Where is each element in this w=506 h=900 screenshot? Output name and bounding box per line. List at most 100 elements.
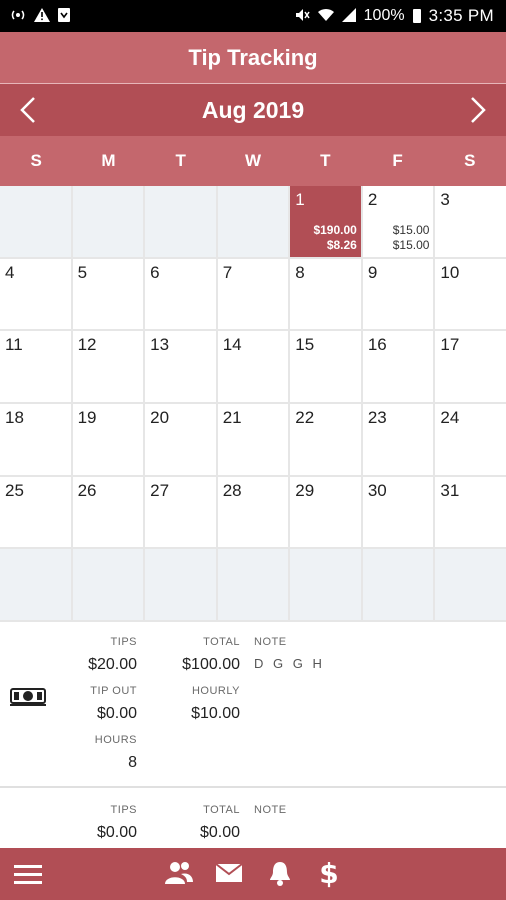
calendar-day-16[interactable]: 16 xyxy=(362,331,434,402)
weekday-label: T xyxy=(320,151,331,170)
calendar-day-18[interactable]: 18 xyxy=(0,403,71,475)
calendar-day-5[interactable]: 5 xyxy=(72,258,144,330)
calendar-day-10[interactable]: 10 xyxy=(435,258,506,330)
calendar-day-23[interactable]: 23 xyxy=(362,403,434,475)
tip-out-label: TIP OUT xyxy=(90,685,137,697)
day-number: 20 xyxy=(150,407,170,427)
hourly-value: $10.00 xyxy=(191,705,240,722)
entry-card[interactable]: TIPS $20.00 TOTAL $100.00 NOTE D G G H T… xyxy=(0,622,506,788)
entry-card[interactable]: TIPS $0.00 TOTAL $0.00 NOTE xyxy=(0,788,506,848)
calendar-day-25[interactable]: 25 xyxy=(0,476,71,548)
calendar-cell-empty xyxy=(290,549,361,620)
menu-button[interactable] xyxy=(14,862,42,886)
weekday-label: M xyxy=(101,151,116,170)
calendar-cell-empty xyxy=(0,186,71,257)
calendar-day-4[interactable]: 4 xyxy=(0,258,71,330)
menu-icon xyxy=(14,865,42,884)
month-navigator: Aug 2019 xyxy=(0,84,506,136)
status-right: 100% 3:35 PM xyxy=(294,6,494,26)
total-block: TOTAL $100.00 xyxy=(182,636,240,676)
calendar-day-7[interactable]: 7 xyxy=(217,258,289,330)
day-number: 26 xyxy=(77,480,97,500)
day-number: 19 xyxy=(77,407,97,427)
calendar-day-24[interactable]: 24 xyxy=(435,403,506,475)
day-number: 17 xyxy=(440,335,460,355)
weekday-label: F xyxy=(392,151,403,170)
calendar-day-20[interactable]: 20 xyxy=(145,403,216,475)
mute-icon xyxy=(294,8,310,24)
calendar-cell-empty xyxy=(145,549,216,620)
calendar-day-9[interactable]: 9 xyxy=(362,258,434,330)
calendar-day-6[interactable]: 6 xyxy=(145,258,216,330)
day-number: 11 xyxy=(5,335,23,355)
day-number: 23 xyxy=(367,407,387,427)
day-number: 12 xyxy=(77,335,97,355)
earnings-button[interactable]: $ xyxy=(318,858,340,888)
calendar-day-15[interactable]: 15 xyxy=(290,331,361,402)
calendar-day-8[interactable]: 8 xyxy=(290,258,361,330)
calendar-day-29[interactable]: 29 xyxy=(290,476,361,548)
calendar-day-31[interactable]: 31 xyxy=(435,476,506,548)
notifications-button[interactable] xyxy=(268,860,292,886)
note-value: D G G H xyxy=(254,656,325,671)
total-block: TOTAL $0.00 xyxy=(200,804,240,844)
status-bar: 100% 3:35 PM xyxy=(0,0,506,32)
calendar-day-28[interactable]: 28 xyxy=(217,476,289,548)
day-number: 29 xyxy=(295,480,315,500)
battery-icon xyxy=(412,9,421,23)
day-number: 8 xyxy=(295,262,305,282)
calendar-cell-empty xyxy=(72,549,144,620)
day-number: 30 xyxy=(367,480,387,500)
status-left xyxy=(10,8,70,24)
day-amount-primary: $15.00 xyxy=(392,223,430,237)
mail-icon xyxy=(215,863,243,882)
calendar-day-11[interactable]: 11 xyxy=(0,331,71,402)
calendar-day-13[interactable]: 13 xyxy=(145,331,216,402)
calendar-day-2[interactable]: 2 $15.00 $15.00 xyxy=(362,186,434,257)
calendar-day-14[interactable]: 14 xyxy=(217,331,289,402)
hourly-label: HOURLY xyxy=(191,685,240,697)
day-number: 7 xyxy=(222,262,233,282)
calendar-day-26[interactable]: 26 xyxy=(72,476,144,548)
tips-label: TIPS xyxy=(110,636,137,648)
calendar-day-12[interactable]: 12 xyxy=(72,331,144,402)
wifi-icon xyxy=(317,8,334,24)
hours-value: 8 xyxy=(128,754,137,771)
hotspot-icon xyxy=(10,8,26,24)
month-label: Aug 2019 xyxy=(201,96,305,123)
day-number: 1 xyxy=(295,190,305,209)
calendar-day-19[interactable]: 19 xyxy=(72,403,144,475)
weekday-label: S xyxy=(30,151,42,170)
calendar-cell-empty xyxy=(145,186,216,257)
day-number: 5 xyxy=(77,262,88,282)
next-month-button[interactable] xyxy=(460,92,496,128)
calendar-day-3[interactable]: 3 xyxy=(435,186,506,257)
day-number: 28 xyxy=(222,480,242,500)
day-number: 2 xyxy=(367,190,378,209)
hours-block: HOURS 8 xyxy=(95,734,137,774)
app-title-bar: Tip Tracking xyxy=(0,32,506,84)
calendar-day-30[interactable]: 30 xyxy=(362,476,434,548)
calendar-day-17[interactable]: 17 xyxy=(435,331,506,402)
calendar-day-1[interactable]: 1 $190.00 $8.26 xyxy=(290,186,361,257)
total-value: $100.00 xyxy=(182,656,240,673)
app-screen: 100% 3:35 PM Tip Tracking Aug 2019 S M T… xyxy=(0,0,506,900)
day-number: 16 xyxy=(367,335,387,355)
day-number: 27 xyxy=(150,480,170,500)
dollar-icon: $ xyxy=(319,858,338,888)
calendar-day-22[interactable]: 22 xyxy=(290,403,361,475)
day-number: 25 xyxy=(5,480,24,500)
day-number: 13 xyxy=(150,335,170,355)
mail-button[interactable] xyxy=(215,863,243,883)
day-amount-secondary: $15.00 xyxy=(392,238,430,252)
weekday-label: S xyxy=(464,151,476,170)
people-button[interactable] xyxy=(164,860,194,886)
chevron-left-icon xyxy=(20,97,35,123)
calendar-day-21[interactable]: 21 xyxy=(217,403,289,475)
calendar-day-27[interactable]: 27 xyxy=(145,476,216,548)
calendar-cell-empty xyxy=(217,186,289,257)
page-title: Tip Tracking xyxy=(188,44,318,70)
day-amount-primary: $190.00 xyxy=(313,223,357,237)
calendar-cell-empty xyxy=(72,186,144,257)
previous-month-button[interactable] xyxy=(10,92,46,128)
